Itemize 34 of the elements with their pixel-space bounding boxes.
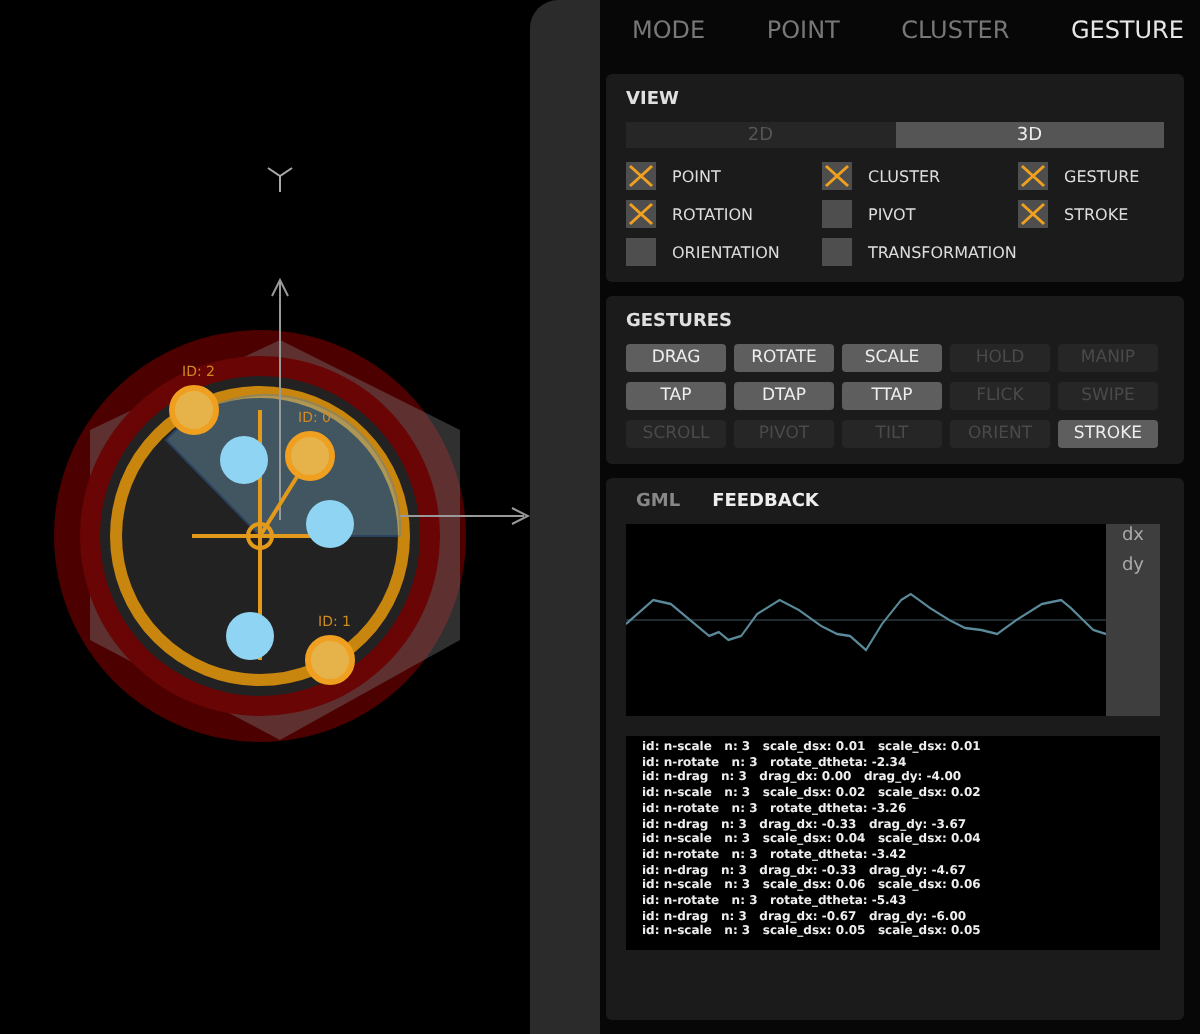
tab[interactable]: GESTURE <box>1070 16 1184 44</box>
checkbox-label: POINT <box>672 167 721 185</box>
legend-label: dx <box>1121 526 1145 546</box>
legend-label: dy <box>1121 556 1145 576</box>
gesture-toggle-button[interactable]: DTAP <box>734 382 834 410</box>
checkbox-label: CLUSTER <box>868 167 941 185</box>
checkbox[interactable] <box>626 200 656 228</box>
tab[interactable]: MODE <box>632 16 706 44</box>
checkbox[interactable] <box>1018 162 1048 190</box>
checkbox[interactable] <box>822 238 852 266</box>
checkbox[interactable] <box>1018 200 1048 228</box>
checkbox[interactable] <box>626 238 656 266</box>
tab[interactable]: FEEDBACK <box>712 492 819 512</box>
tab[interactable]: GML <box>636 492 681 512</box>
checkbox-label: PIVOT <box>868 205 916 223</box>
checkbox[interactable] <box>822 162 852 190</box>
panel-title: GESTURES <box>626 312 735 332</box>
checkbox-label: ORIENTATION <box>672 243 780 261</box>
gesture-toggle-button[interactable]: SCALE <box>842 344 942 372</box>
checkbox[interactable] <box>626 162 656 190</box>
tab[interactable]: POINT <box>766 16 840 44</box>
gesture-toggle-button[interactable]: TTAP <box>842 382 942 410</box>
gesture-toggle-button[interactable]: TAP <box>626 382 726 410</box>
checkbox-label: TRANSFORMATION <box>868 243 1017 261</box>
gesture-toggle-button[interactable]: DRAG <box>626 344 726 372</box>
checkbox[interactable] <box>822 200 852 228</box>
gesture-toggle-button[interactable]: ROTATE <box>734 344 834 372</box>
checkbox-label: GESTURE <box>1064 167 1140 185</box>
panel-title: VIEW <box>626 90 681 110</box>
tab[interactable]: CLUSTER <box>901 16 1010 44</box>
checkbox-label: STROKE <box>1064 205 1129 223</box>
view-mode-toggle[interactable]: 3D <box>895 122 1164 148</box>
checkbox-label: ROTATION <box>672 205 753 223</box>
gesture-toggle-button[interactable]: STROKE <box>1058 420 1158 448</box>
